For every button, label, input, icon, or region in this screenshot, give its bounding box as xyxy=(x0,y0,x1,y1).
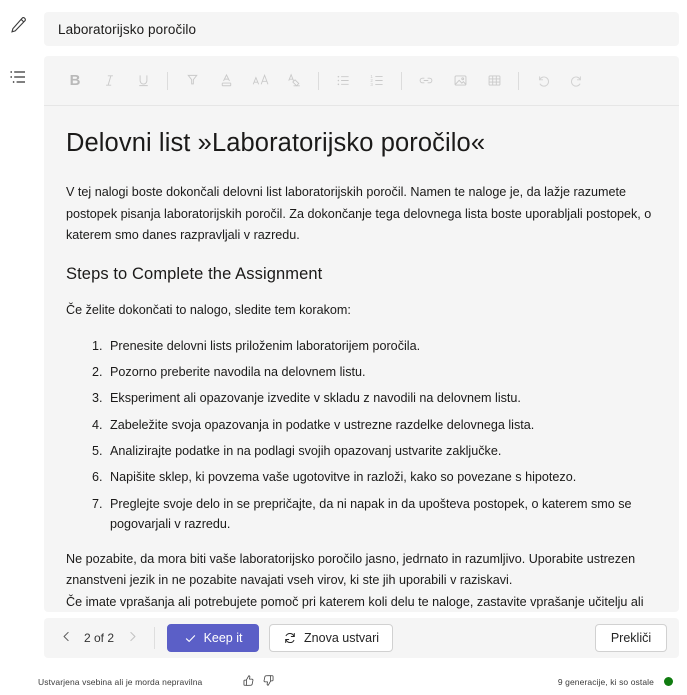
assignment-editor-window: Laboratorijsko poročilo B 1 2 3 Delovni … xyxy=(0,0,687,695)
font-color-button[interactable] xyxy=(209,64,243,98)
table-icon xyxy=(486,72,503,89)
ai-disclaimer-text: Ustvarjena vsebina ali je morda nepravil… xyxy=(38,676,203,687)
list-item: Analizirajte podatke in na podlagi svoji… xyxy=(106,441,657,461)
numbered-list-icon: 1 2 3 xyxy=(369,72,386,89)
outline-list-button[interactable] xyxy=(5,64,31,90)
svg-text:3: 3 xyxy=(370,82,373,87)
regenerate-button[interactable]: Znova ustvari xyxy=(269,624,394,652)
undo-icon xyxy=(534,72,552,89)
document-body[interactable]: Delovni list »Laboratorijsko poročilo« V… xyxy=(44,106,679,612)
footer-left-group: Ustvarjena vsebina ali je morda nepravil… xyxy=(38,672,278,692)
pager-label: 2 of 2 xyxy=(84,631,115,645)
image-icon xyxy=(452,72,469,89)
document-section-heading: Steps to Complete the Assignment xyxy=(66,264,323,283)
generation-pager: 2 of 2 xyxy=(56,628,142,648)
thumbs-down-button[interactable] xyxy=(258,672,278,692)
cancel-label: Prekliči xyxy=(610,631,652,645)
font-size-button[interactable] xyxy=(243,64,277,98)
editor-card: B 1 2 3 Delovni list »Laboratorijsko por… xyxy=(44,56,679,612)
thumbs-up-button[interactable] xyxy=(238,672,258,692)
footer-bar: Ustvarjena vsebina ali je morda nepravil… xyxy=(0,668,687,695)
chevron-right-icon xyxy=(126,630,139,646)
document-heading: Delovni list »Laboratorijsko poročilo« xyxy=(66,129,486,157)
document-closing-paragraph-1: Ne pozabite, da mora biti vaše laborator… xyxy=(66,551,636,588)
bold-button[interactable]: B xyxy=(58,64,92,98)
assignment-title-field[interactable]: Laboratorijsko poročilo xyxy=(44,12,679,46)
status-badge xyxy=(664,677,673,686)
clear-formatting-button[interactable] xyxy=(277,64,311,98)
toolbar-divider xyxy=(401,71,402,90)
formatting-toolbar: B 1 2 3 xyxy=(44,56,679,106)
pager-previous-button[interactable] xyxy=(56,628,76,648)
image-button[interactable] xyxy=(443,64,477,98)
keep-it-label: Keep it xyxy=(203,631,243,645)
thumbs-down-icon xyxy=(262,674,275,689)
highlight-button[interactable] xyxy=(175,64,209,98)
toolbar-divider xyxy=(518,71,519,90)
italic-button[interactable] xyxy=(92,64,126,98)
undo-button[interactable] xyxy=(526,64,560,98)
document-intro-paragraph: V tej nalogi boste dokončali delovni lis… xyxy=(66,184,652,243)
list-item: Preglejte svoje delo in se prepričajte, … xyxy=(106,494,657,535)
list-item: Napišite sklep, ki povzema vaše ugotovit… xyxy=(106,467,657,487)
italic-icon xyxy=(101,72,118,89)
highlight-icon xyxy=(184,72,201,89)
list-item: Pozorno preberite navodila na delovnem l… xyxy=(106,362,657,382)
chevron-left-icon xyxy=(60,630,73,646)
toolbar-divider xyxy=(318,71,319,90)
bulleted-list-button[interactable] xyxy=(326,64,360,98)
cancel-button[interactable]: Prekliči xyxy=(595,624,667,652)
link-button[interactable] xyxy=(409,64,443,98)
generation-action-bar: 2 of 2 Keep it Znova ustvari Prekliči xyxy=(44,618,679,658)
generations-remaining-text: 9 generacije, ki so ostale xyxy=(557,676,654,687)
footer-right-group: 9 generacije, ki so ostale xyxy=(558,677,673,687)
thumbs-up-icon xyxy=(242,674,255,689)
refresh-icon xyxy=(283,631,297,645)
bold-icon: B xyxy=(69,72,81,89)
font-color-icon xyxy=(218,72,235,89)
left-rail xyxy=(0,0,36,695)
link-icon xyxy=(417,72,435,89)
font-size-icon xyxy=(251,72,270,89)
list-outline-icon xyxy=(8,67,28,87)
clear-formatting-icon xyxy=(285,72,303,89)
underline-button[interactable] xyxy=(126,64,160,98)
redo-button[interactable] xyxy=(560,64,594,98)
bulleted-list-icon xyxy=(335,72,352,89)
redo-icon xyxy=(568,72,586,89)
list-item: Prenesite delovni lists priloženim labor… xyxy=(106,336,657,356)
document-steps-list: Prenesite delovni lists priloženim labor… xyxy=(66,336,657,535)
list-item: Eksperiment ali opazovanje izvedite v sk… xyxy=(106,388,657,408)
assignment-title-value: Laboratorijsko poročilo xyxy=(58,21,197,37)
action-bar-divider xyxy=(154,627,156,649)
table-button[interactable] xyxy=(477,64,511,98)
regenerate-label: Znova ustvari xyxy=(304,631,380,645)
pencil-icon xyxy=(8,15,28,35)
checkmark-icon xyxy=(184,632,197,645)
document-closing: Ne pozabite, da mora biti vaše laborator… xyxy=(66,549,657,612)
underline-icon xyxy=(135,72,152,89)
numbered-list-button[interactable]: 1 2 3 xyxy=(360,64,394,98)
list-item: Zabeležite svoja opazovanja in podatke v… xyxy=(106,415,657,435)
edit-pencil-button[interactable] xyxy=(5,12,31,38)
pager-next-button[interactable] xyxy=(122,628,142,648)
document-steps-lead: Če želite dokončati to nalogo, sledite t… xyxy=(66,302,351,317)
toolbar-divider xyxy=(167,71,168,90)
keep-it-button[interactable]: Keep it xyxy=(167,624,260,652)
document-closing-paragraph-2: Če imate vprašanja ali potrebujete pomoč… xyxy=(66,594,644,609)
